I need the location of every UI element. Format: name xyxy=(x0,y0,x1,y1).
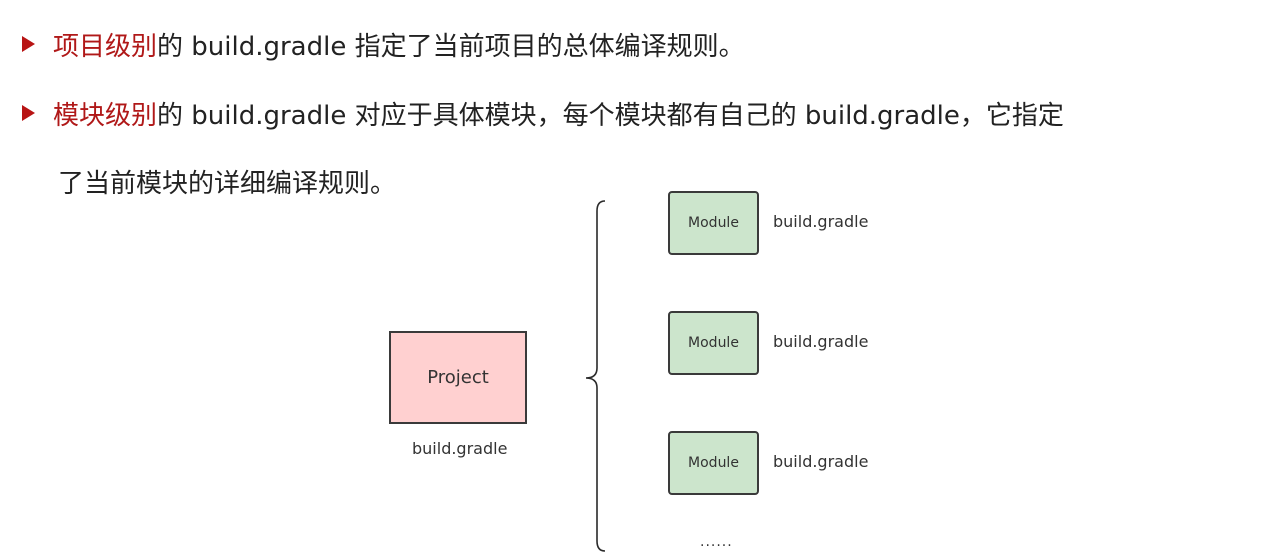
module-box-1: Module xyxy=(668,191,759,255)
curly-brace xyxy=(585,200,606,552)
brace-connector xyxy=(585,200,606,552)
module-box-2: Module xyxy=(668,311,759,375)
more-modules-ellipsis: ...... xyxy=(700,534,733,550)
module-2-build-gradle-label: build.gradle xyxy=(773,332,869,351)
module-box-label: Module xyxy=(688,335,739,351)
project-box: Project xyxy=(389,331,527,424)
project-build-gradle-label: build.gradle xyxy=(412,439,508,458)
module-1-build-gradle-label: build.gradle xyxy=(773,212,869,231)
module-box-3: Module xyxy=(668,431,759,495)
module-box-label: Module xyxy=(688,455,739,471)
project-box-label: Project xyxy=(427,367,489,388)
module-box-label: Module xyxy=(688,215,739,231)
module-3-build-gradle-label: build.gradle xyxy=(773,452,869,471)
